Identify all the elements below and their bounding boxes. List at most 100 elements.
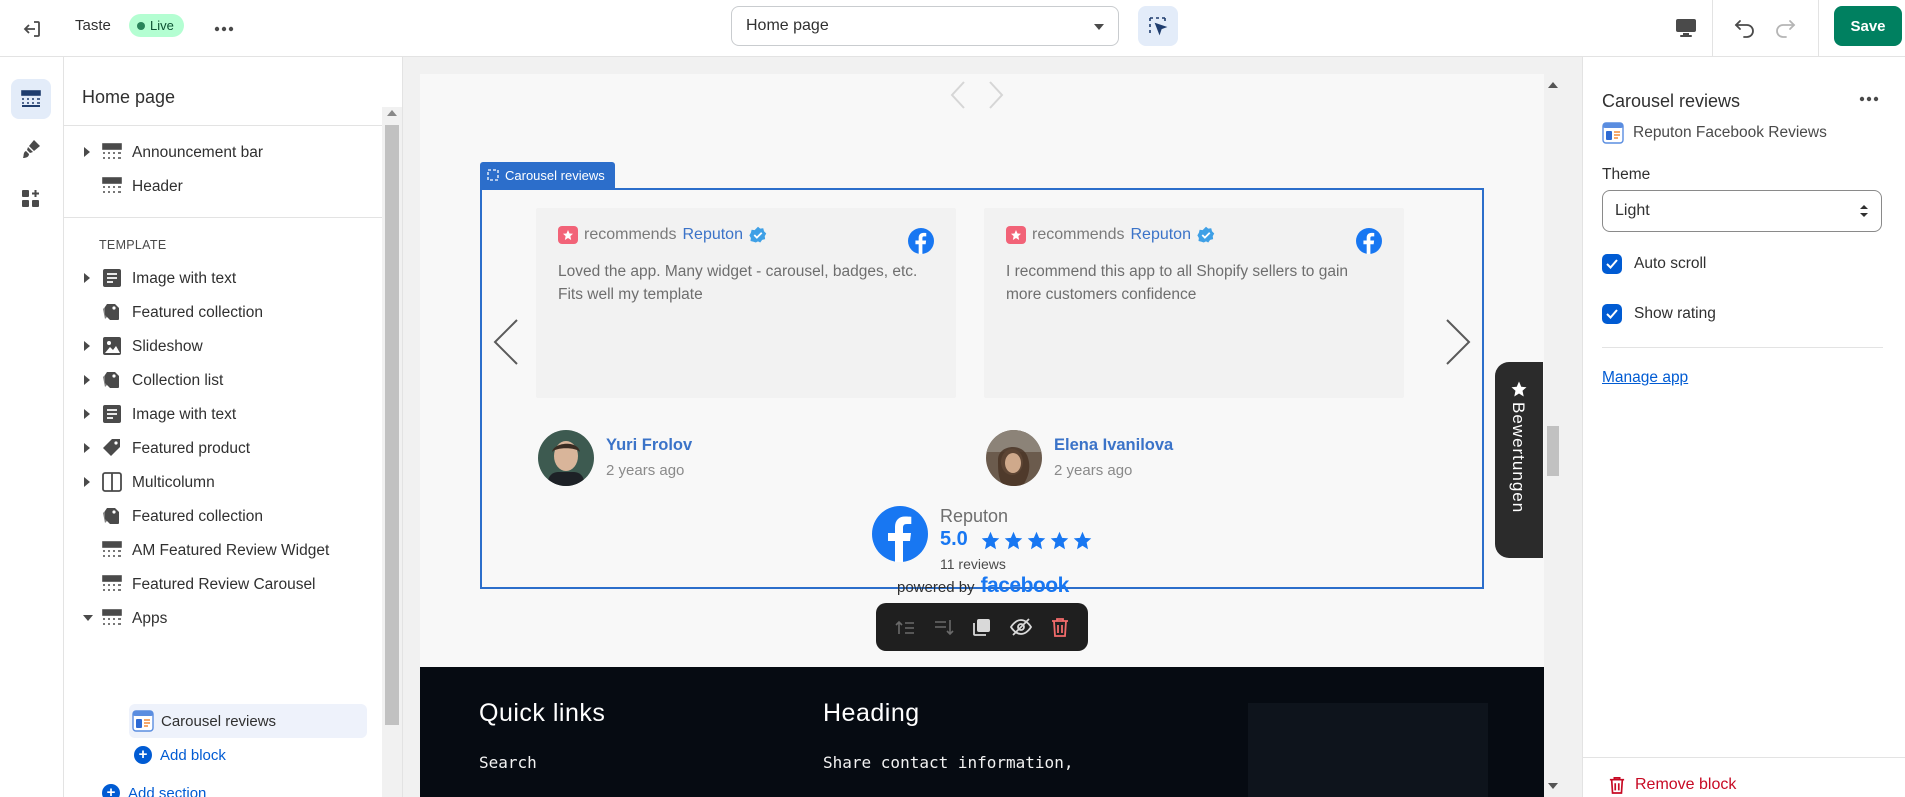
sidebar-item-featured-review-carousel[interactable]: Featured Review Carousel	[64, 567, 382, 601]
facebook-icon[interactable]	[908, 228, 934, 254]
add-block-label: Add block	[160, 746, 226, 764]
auto-scroll-checkbox[interactable]	[1602, 254, 1622, 274]
sidebar-item-featured-collection[interactable]: Featured collection	[64, 295, 382, 329]
caret-right-icon[interactable]	[84, 409, 90, 419]
live-dot-icon	[137, 21, 145, 30]
canvas-scrollbar[interactable]	[1544, 74, 1562, 797]
sidebar-item-slideshow[interactable]: Slideshow	[64, 329, 382, 363]
recommends-text: recommends	[584, 226, 677, 243]
sidebar-item-label: Image with text	[132, 270, 237, 287]
more-horizontal-icon	[1859, 96, 1879, 102]
sidebar-item-label: Header	[132, 178, 183, 195]
scroll-up-arrow-icon[interactable]	[1548, 82, 1558, 88]
panel-more-actions-button[interactable]	[1853, 87, 1885, 111]
desktop-preview-button[interactable]	[1668, 10, 1704, 46]
delete-trash-icon[interactable]	[1051, 617, 1069, 637]
footer-heading: Heading	[823, 699, 920, 727]
sidebar-block-carousel-reviews[interactable]: Carousel reviews	[129, 704, 367, 738]
top-bar: Taste Live Home page Save	[0, 0, 1905, 57]
panel-divider	[1602, 347, 1883, 348]
checkmark-icon	[1606, 309, 1618, 319]
duplicate-icon[interactable]	[972, 617, 992, 637]
manage-app-link[interactable]: Manage app	[1602, 369, 1688, 387]
paintbrush-icon	[23, 140, 40, 158]
theme-field-label: Theme	[1602, 166, 1651, 183]
section-bar-icon	[101, 540, 123, 560]
theme-settings-rail-button[interactable]	[11, 129, 51, 169]
sidebar-item-label: Announcement bar	[132, 144, 263, 161]
collection-tag-icon	[101, 506, 123, 526]
auto-scroll-checkbox-row[interactable]: Auto scroll	[1602, 254, 1706, 274]
sidebar-scroll-thumb[interactable]	[385, 125, 399, 725]
apps-rail-button[interactable]	[11, 179, 51, 219]
star-icon	[1511, 381, 1527, 397]
chevron-right-icon[interactable]	[988, 80, 1004, 110]
sidebar-item-multicolumn[interactable]: Multicolumn	[64, 465, 382, 499]
save-button[interactable]: Save	[1834, 6, 1902, 46]
remove-block-button[interactable]: Remove block	[1609, 776, 1736, 794]
chevron-left-icon[interactable]	[950, 80, 966, 110]
move-up-icon[interactable]	[895, 618, 915, 636]
sidebar-item-image-with-text[interactable]: Image with text	[64, 397, 382, 431]
footer-search-link[interactable]: Search	[479, 753, 537, 772]
scroll-up-arrow-icon[interactable]	[387, 110, 397, 116]
sidebar-item-am-featured-review-widget[interactable]: AM Featured Review Widget	[64, 533, 382, 567]
caret-right-icon[interactable]	[84, 147, 90, 157]
rating-star-icon	[1050, 531, 1069, 550]
avatar	[986, 430, 1042, 486]
select-frame-icon	[487, 169, 499, 181]
rating-star-icon	[981, 531, 1000, 550]
review-card[interactable]: recommends Reputon Loved the app. Many wid…	[536, 208, 956, 398]
sidebar-item-announcement-bar[interactable]: Announcement bar	[64, 135, 382, 169]
sidebar-item-label: Featured product	[132, 440, 251, 457]
scroll-down-arrow-icon[interactable]	[1548, 783, 1558, 789]
move-down-icon[interactable]	[934, 618, 954, 636]
add-section-button[interactable]: + Add section	[102, 781, 206, 797]
summary-review-count: 11 reviews	[940, 556, 1006, 572]
sidebar-item-image-with-text[interactable]: Image with text	[64, 261, 382, 295]
panel-app-name: Reputon Facebook Reviews	[1633, 124, 1827, 141]
caret-right-icon[interactable]	[84, 477, 90, 487]
review-card[interactable]: recommends Reputon I recommend this app to…	[984, 208, 1404, 398]
theme-select[interactable]: Light	[1602, 190, 1882, 232]
sidebar-item-header[interactable]: Header	[64, 169, 382, 203]
add-block-button[interactable]: + Add block	[134, 743, 226, 767]
theme-more-actions-button[interactable]	[208, 13, 240, 45]
plus-circle-icon: +	[134, 746, 152, 764]
redo-button[interactable]	[1767, 10, 1803, 46]
caret-right-icon[interactable]	[84, 341, 90, 351]
reviewer-name[interactable]: Yuri Frolov	[606, 436, 692, 455]
sidebar-item-featured-product[interactable]: Featured product	[64, 431, 382, 465]
desktop-icon	[1676, 19, 1696, 37]
facebook-icon[interactable]	[1356, 228, 1382, 254]
carousel-next-arrow-icon[interactable]	[1444, 318, 1472, 366]
sections-rail-button[interactable]	[11, 79, 51, 119]
app-block-icon	[132, 710, 154, 732]
review-text: Loved the app. Many widget - carousel, b…	[558, 263, 918, 303]
page-selector[interactable]: Home page	[731, 6, 1119, 46]
panel-footer: Remove block	[1583, 757, 1905, 797]
canvas-scroll-thumb[interactable]	[1547, 426, 1559, 476]
sidebar-item-collection-list[interactable]: Collection list	[64, 363, 382, 397]
inspector-toggle-button[interactable]	[1138, 6, 1178, 46]
carousel-prev-arrow-icon[interactable]	[492, 318, 520, 366]
text-block-icon	[101, 404, 123, 424]
show-rating-checkbox-row[interactable]: Show rating	[1602, 304, 1716, 324]
selected-block-tag[interactable]: Carousel reviews	[480, 162, 615, 188]
sidebar-item-apps[interactable]: Apps	[64, 601, 382, 635]
undo-icon	[1734, 20, 1754, 38]
undo-button[interactable]	[1727, 10, 1763, 46]
reviews-side-tab[interactable]: Bewertungen	[1495, 362, 1543, 558]
caret-right-icon[interactable]	[84, 375, 90, 385]
sidebar-item-featured-collection[interactable]: Featured collection	[64, 499, 382, 533]
caret-down-icon[interactable]	[83, 615, 93, 621]
reviewer-name[interactable]: Elena Ivanilova	[1054, 436, 1173, 455]
exit-button[interactable]	[14, 11, 50, 47]
caret-right-icon[interactable]	[84, 443, 90, 453]
hide-eye-icon[interactable]	[1010, 617, 1033, 637]
show-rating-checkbox[interactable]	[1602, 304, 1622, 324]
sidebar-item-label: Slideshow	[132, 338, 203, 355]
caret-right-icon[interactable]	[84, 273, 90, 283]
sidebar-divider	[64, 125, 382, 126]
apps-icon	[22, 190, 39, 207]
